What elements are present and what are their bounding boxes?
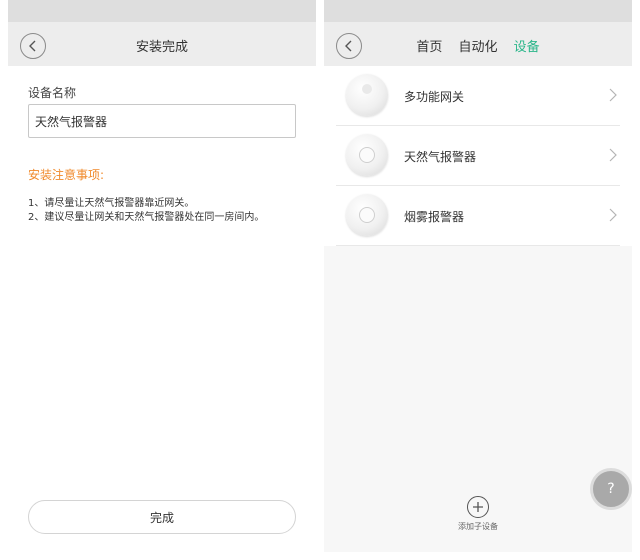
tab-devices[interactable]: 设备 (514, 36, 540, 55)
install-notes-title: 安装注意事项: (28, 168, 105, 182)
device-name-label: 设备名称 (28, 86, 77, 100)
gateway-device-icon (346, 74, 388, 116)
gas-alarm-device-icon (346, 134, 388, 176)
tab-bar: 首页 自动化 设备 (324, 36, 632, 55)
status-bar (8, 0, 316, 22)
chevron-right-icon (609, 148, 617, 162)
device-name: 烟雾报警器 (404, 210, 465, 224)
nav-bar: 首页 自动化 设备 (324, 22, 632, 66)
add-sub-device-button[interactable]: 添加子设备 (452, 496, 504, 532)
device-name-input[interactable] (28, 104, 296, 138)
install-note: 1、请尽量让天然气报警器靠近网关。 (28, 198, 195, 209)
nav-bar: 安装完成 (8, 22, 316, 66)
done-button[interactable]: 完成 (28, 500, 296, 534)
page-title: 安装完成 (135, 40, 188, 55)
device-list-screen: 首页 自动化 设备 多功能网关 天然气报警器 烟雾报警器 添加子设备 (324, 0, 632, 552)
device-name: 天然气报警器 (404, 150, 477, 164)
chevron-right-icon (609, 88, 617, 102)
device-row-gateway[interactable]: 多功能网关 (336, 66, 620, 126)
chevron-right-icon (609, 208, 617, 222)
install-complete-screen: 安装完成 设备名称 安装注意事项: 1、请尽量让天然气报警器靠近网关。 2、建议… (8, 0, 316, 552)
tab-home[interactable]: 首页 (416, 36, 442, 55)
plus-icon (467, 496, 489, 518)
device-row-smoke-alarm[interactable]: 烟雾报警器 (336, 186, 620, 246)
smoke-alarm-device-icon (346, 194, 388, 236)
add-sub-device-label: 添加子设备 (458, 522, 498, 531)
status-bar (324, 0, 632, 22)
tab-automation[interactable]: 自动化 (458, 36, 497, 55)
install-note: 2、建议尽量让网关和天然气报警器处在同一房间内。 (28, 212, 265, 223)
device-list: 多功能网关 天然气报警器 烟雾报警器 (324, 66, 632, 246)
help-button[interactable]: ? (590, 468, 632, 510)
install-form: 设备名称 安装注意事项: 1、请尽量让天然气报警器靠近网关。 2、建议尽量让网关… (8, 66, 316, 552)
device-name: 多功能网关 (404, 90, 465, 104)
device-row-gas-alarm[interactable]: 天然气报警器 (336, 126, 620, 186)
